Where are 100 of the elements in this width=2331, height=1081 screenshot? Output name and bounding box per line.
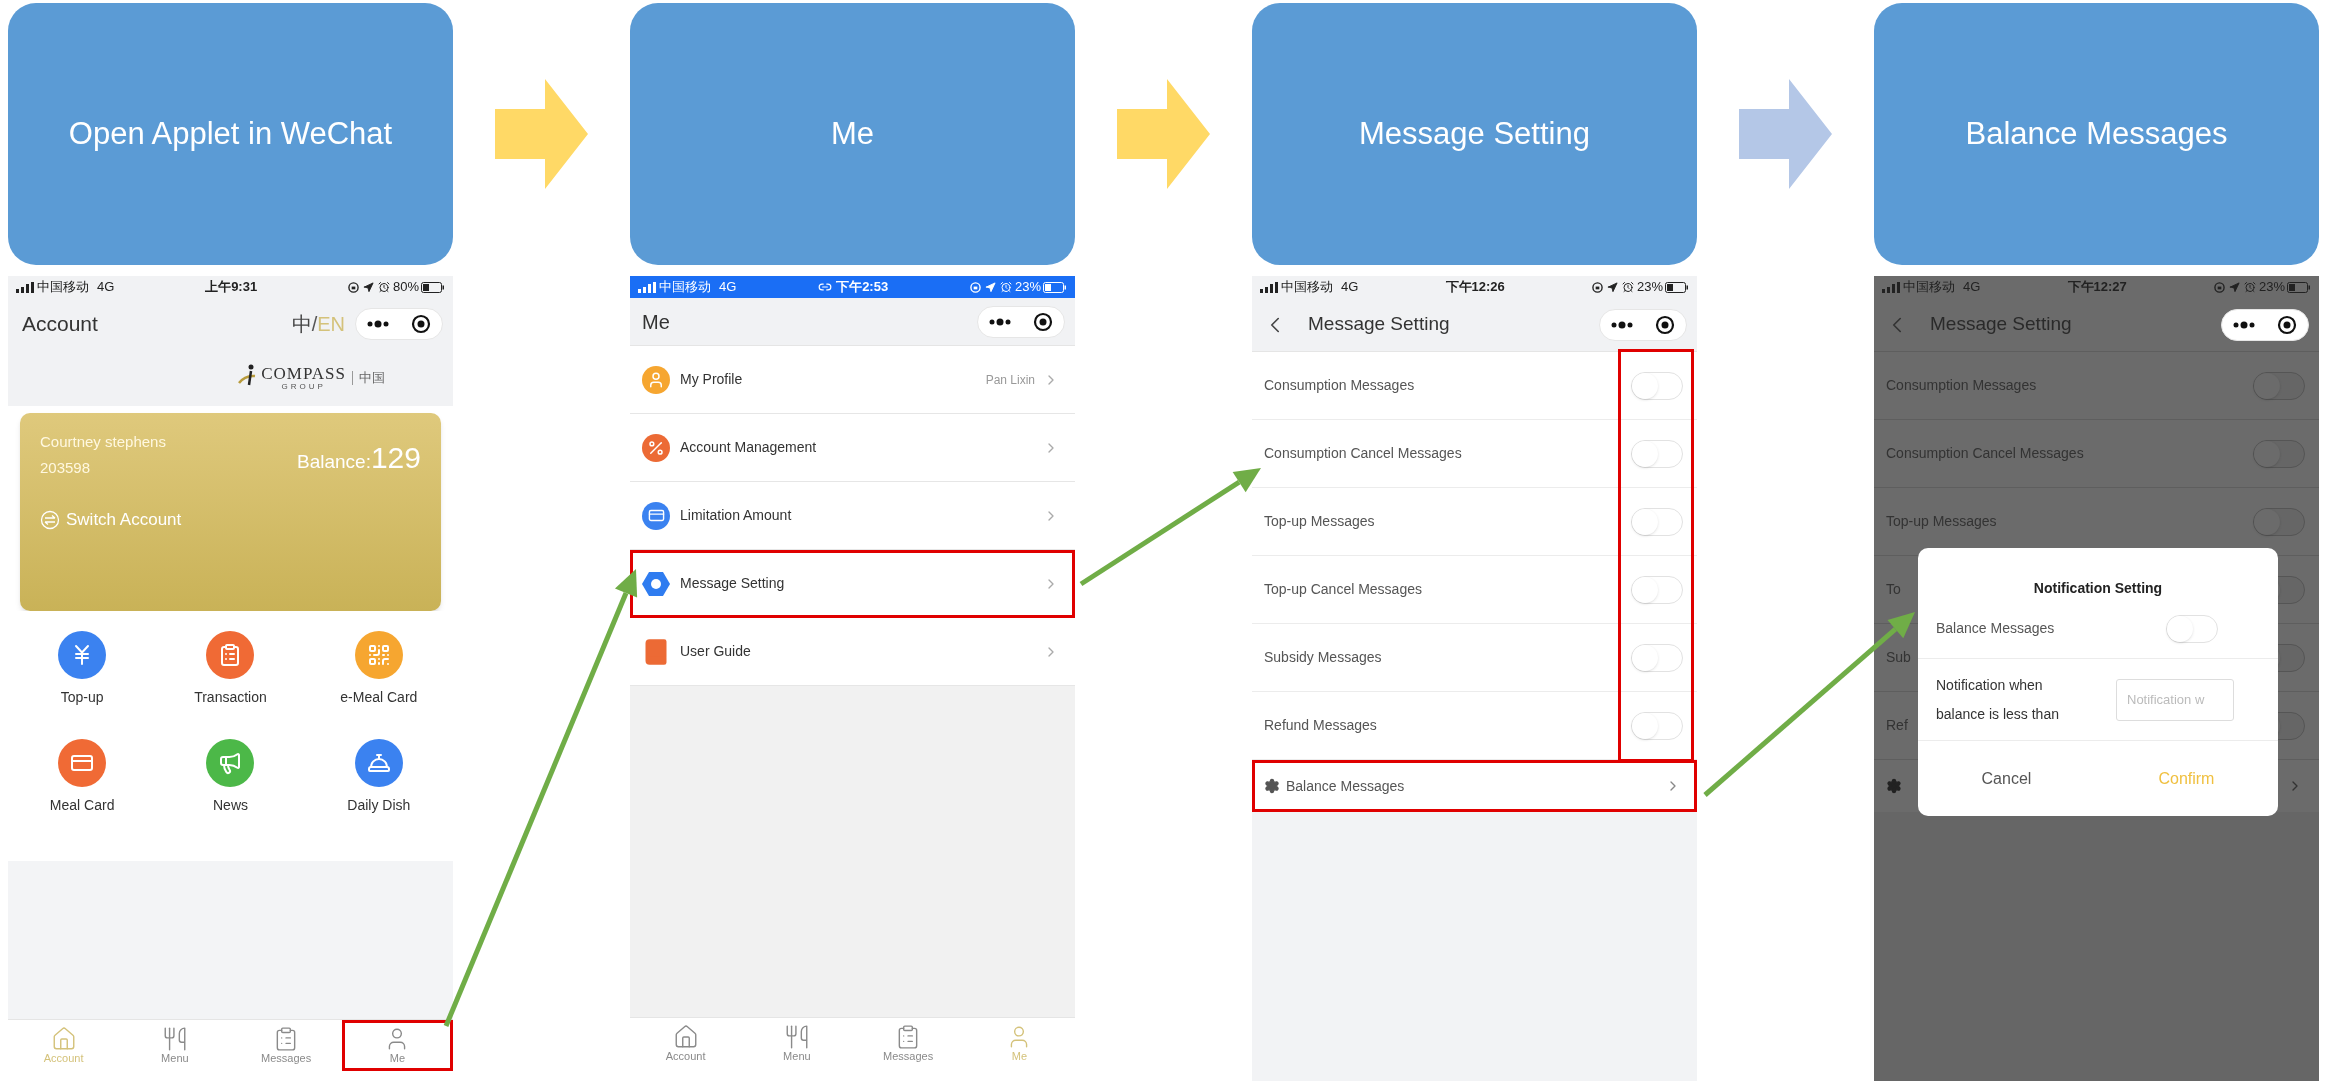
record-icon[interactable]: [2277, 314, 2297, 335]
tab[interactable]: Menu: [119, 1020, 231, 1071]
setting-label: Sub: [1886, 648, 1911, 667]
separator-slash: /: [311, 312, 318, 337]
step-header: Message Setting: [1252, 3, 1697, 265]
location-icon: [984, 281, 996, 293]
setting-label: Top-up Messages: [1886, 512, 1997, 531]
feature-shortcut[interactable]: Top-up: [8, 631, 157, 739]
gear-icon: [1886, 778, 1902, 794]
signal-icon: [1882, 281, 1900, 293]
setting-label: Consumption Cancel Messages: [1886, 444, 2084, 463]
toggle-switch[interactable]: [2253, 439, 2305, 468]
feature-shortcut[interactable]: Meal Card: [8, 739, 157, 847]
location-icon: [2228, 281, 2240, 293]
setting-label: To: [1886, 580, 1901, 599]
feature-shortcut[interactable]: Daily Dish: [304, 739, 453, 847]
battery-icon: [1043, 281, 1067, 293]
feature-shortcut[interactable]: Transaction: [156, 631, 305, 739]
tab[interactable]: Messages: [230, 1020, 342, 1071]
carrier-label: 中国移动: [1281, 278, 1333, 297]
setting-label: Consumption Messages: [1264, 376, 1415, 395]
logo-wordmark: COMPASS: [261, 365, 346, 382]
page-title: Me: [642, 309, 670, 335]
step-header: Balance Messages: [1874, 3, 2319, 265]
menu-label: My Profile: [680, 370, 743, 389]
carrier-label: 中国移动: [1903, 278, 1955, 297]
alarm-icon: [377, 281, 390, 293]
record-icon[interactable]: [1655, 314, 1675, 335]
rotation-lock-icon: [347, 281, 359, 293]
menu-value: Pan Lixin: [985, 371, 1035, 389]
settings-link-row[interactable]: Balance Messages: [1252, 760, 1697, 812]
tab[interactable]: Account: [630, 1018, 742, 1069]
setting-label: Ref: [1886, 716, 1908, 735]
signal-icon: [16, 281, 34, 293]
page-title: Message Setting: [1308, 312, 1450, 337]
signal-icon: [1260, 281, 1278, 293]
location-icon: [1606, 281, 1618, 293]
clock-time: 下午12:26: [1445, 278, 1505, 297]
page-title: Account: [22, 311, 98, 338]
setting-label: Top-up Cancel Messages: [1264, 580, 1422, 599]
rotation-lock-icon: [2213, 281, 2225, 293]
logo-subtitle: GROUP: [281, 382, 326, 391]
card-icon: [642, 501, 670, 530]
percent-icon: [642, 433, 670, 462]
step-header: Open Applet in WeChat: [8, 3, 453, 265]
setting-label: Refund Messages: [1264, 716, 1377, 735]
battery-icon: [1665, 281, 1689, 293]
hexagon-icon: [642, 569, 670, 598]
setting-label: Consumption Messages: [1886, 376, 2037, 395]
carrier-label: 中国移动: [37, 278, 89, 297]
language-option[interactable]: 中: [291, 309, 312, 339]
menu-label: Limitation Amount: [680, 506, 792, 525]
balance-value: 129: [370, 440, 421, 476]
network-label: 4G: [719, 278, 737, 297]
more-icon[interactable]: [1611, 320, 1633, 329]
more-icon[interactable]: [367, 320, 389, 328]
menu-label: Account Management: [680, 438, 817, 457]
person-icon: [642, 365, 670, 394]
record-icon[interactable]: [1033, 311, 1053, 332]
step-header: Me: [630, 3, 1075, 265]
swap-icon: [40, 509, 60, 530]
clock-time: 下午2:53: [836, 278, 889, 297]
feature-shortcut[interactable]: News: [156, 739, 305, 847]
tab[interactable]: Me: [341, 1020, 453, 1071]
setting-label: Consumption Cancel Messages: [1264, 444, 1462, 463]
alarm-icon: [1621, 281, 1634, 293]
menu-label: User Guide: [680, 642, 751, 661]
setting-label: Top-up Messages: [1264, 512, 1375, 531]
link-label: Balance Messages: [1286, 776, 1405, 796]
carrier-label: 中国移动: [659, 278, 711, 297]
more-icon[interactable]: [2233, 320, 2255, 329]
battery-percent: 23%: [2258, 278, 2285, 297]
toggle-switch[interactable]: [2253, 371, 2305, 400]
battery-percent: 23%: [1636, 278, 1663, 297]
dialog-label: Balance Messages: [1936, 619, 2056, 638]
toggle-switch[interactable]: [2253, 507, 2305, 536]
menu-item[interactable]: Message Setting: [630, 550, 1075, 618]
alarm-icon: [2243, 281, 2256, 293]
account-name: Courtney stephens: [40, 432, 166, 452]
dialog-label: Notification when balance is less than: [1936, 675, 2060, 724]
tab[interactable]: Menu: [741, 1018, 853, 1069]
battery-icon: [2287, 281, 2311, 293]
tab[interactable]: Messages: [852, 1018, 964, 1069]
threshold-field[interactable]: Notification w: [2116, 678, 2234, 721]
battery-icon: [421, 281, 445, 293]
feature-shortcut[interactable]: e-Meal Card: [304, 631, 453, 739]
battery-percent: 80%: [392, 278, 419, 297]
gear-icon: [1264, 778, 1280, 794]
cancel-button[interactable]: Cancel: [1981, 766, 2032, 791]
rotation-lock-icon: [1591, 281, 1603, 293]
dialog-title: Notification Setting: [2033, 579, 2163, 598]
signal-icon: [638, 281, 656, 293]
setting-label: Subsidy Messages: [1264, 648, 1382, 667]
network-label: 4G: [1341, 278, 1359, 297]
battery-percent: 23%: [1014, 278, 1041, 297]
network-label: 4G: [1963, 278, 1981, 297]
more-icon[interactable]: [989, 317, 1011, 326]
logo-region: 中国: [359, 369, 385, 388]
record-icon[interactable]: [411, 314, 431, 334]
menu-label: Message Setting: [680, 574, 785, 593]
